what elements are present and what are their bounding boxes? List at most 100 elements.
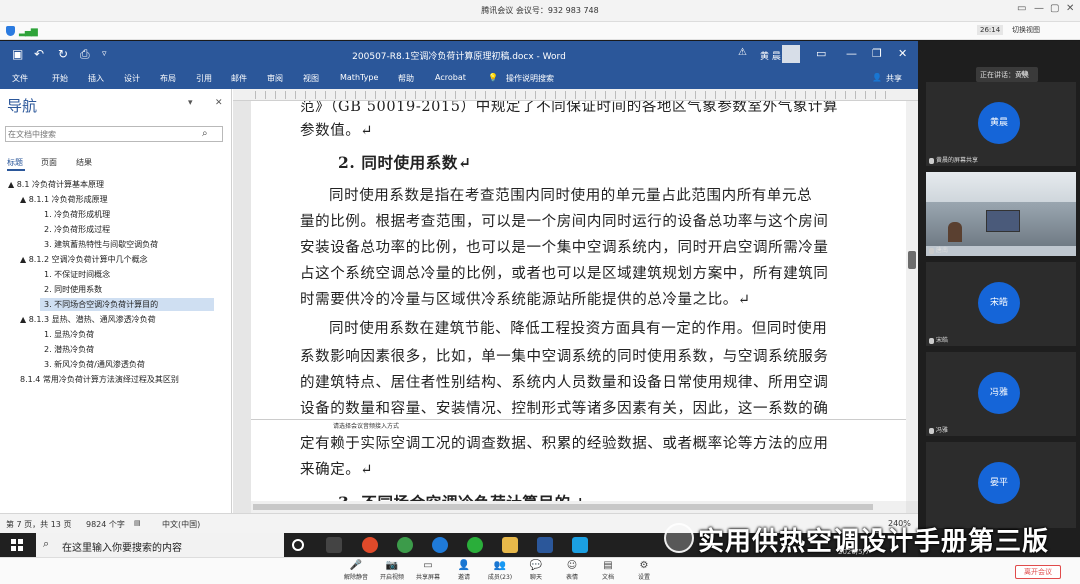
participant-tile[interactable]: 晏平 bbox=[926, 442, 1076, 528]
pin-icon[interactable]: ▭ bbox=[1017, 3, 1026, 14]
documents-label: 文档 bbox=[601, 574, 614, 581]
documents-button[interactable]: ▤ 文档 bbox=[588, 559, 628, 581]
nav-search-input[interactable] bbox=[8, 128, 198, 140]
nav-heading-item[interactable]: 3. 新风冷负荷/通风渗透负荷 bbox=[44, 358, 145, 371]
page-count[interactable]: 第 7 页，共 13 页 bbox=[6, 519, 71, 530]
document-line: 量的比例。根据考查范围，可以是一个房间内同时运行的设备总功率与这个房间 bbox=[300, 214, 829, 230]
cortana-icon[interactable] bbox=[292, 539, 304, 551]
user-avatar[interactable] bbox=[782, 45, 800, 63]
tab-layout[interactable]: 布局 bbox=[160, 73, 176, 84]
document-heading: 2. 同时使用系数↵ bbox=[338, 153, 472, 172]
active-tab-indicator bbox=[7, 169, 25, 171]
nav-heading-item[interactable]: 1. 冷负荷形成机理 bbox=[44, 208, 110, 221]
document-line: 的建筑特点、居住者性别结构、系统内人员数量和设备日常使用规律、所用空调 bbox=[300, 375, 829, 391]
tell-me-search[interactable]: 操作说明搜索 bbox=[506, 73, 554, 84]
reactions-label: 表情 bbox=[565, 574, 578, 581]
participant-tile[interactable]: 冯雅 冯雅 bbox=[926, 352, 1076, 436]
word-count[interactable]: 9824 个字 bbox=[86, 519, 125, 530]
ribbon-tabs: 文件 开始 插入 设计 布局 引用 邮件 审阅 视图 MathType 帮助 A… bbox=[0, 69, 918, 89]
tab-help[interactable]: 帮助 bbox=[398, 73, 414, 84]
word-restore-icon[interactable]: ❐ bbox=[872, 47, 882, 60]
word-taskbar-icon[interactable] bbox=[537, 537, 553, 553]
nav-heading-item[interactable]: ▲ 8.1 冷负荷计算基本原理 bbox=[8, 178, 104, 191]
nav-heading-item[interactable]: 2. 冷负荷形成过程 bbox=[44, 223, 110, 236]
tab-review[interactable]: 审阅 bbox=[267, 73, 283, 84]
nav-heading-item[interactable]: 1. 不保证时间概念 bbox=[44, 268, 110, 281]
tab-pages[interactable]: 页面 bbox=[41, 157, 57, 168]
horizontal-scrollbar[interactable] bbox=[251, 501, 906, 513]
tab-home[interactable]: 开始 bbox=[52, 73, 68, 84]
word-title-bar: ▣ ↶ ↻ ⎙ ▿ 200507-R8.1空调冷负荷计算原理初稿.docx - … bbox=[0, 41, 918, 69]
app-icon-1[interactable] bbox=[362, 537, 378, 553]
meeting-taskbar-icon[interactable] bbox=[572, 537, 588, 553]
file-explorer-icon[interactable] bbox=[502, 537, 518, 553]
wechat-icon[interactable] bbox=[467, 537, 483, 553]
task-view-icon[interactable] bbox=[326, 537, 342, 553]
taskbar-search-text: 在这里输入你要搜索的内容 bbox=[62, 543, 182, 554]
nav-search-box[interactable]: ⌕ bbox=[5, 126, 223, 142]
share-screen-button[interactable]: ▭ 共享屏幕 bbox=[408, 559, 448, 581]
nav-options-icon[interactable]: ▾ bbox=[188, 98, 193, 108]
ruler bbox=[233, 89, 918, 101]
maximize-icon[interactable]: ▢ bbox=[1050, 3, 1059, 14]
reactions-button[interactable]: ☺ 表情 bbox=[552, 559, 592, 581]
members-button[interactable]: 👥 成员(23) bbox=[480, 559, 520, 581]
tab-headings[interactable]: 标题 bbox=[7, 157, 23, 168]
start-video-label: 开启视频 bbox=[379, 574, 404, 581]
tab-file[interactable]: 文件 bbox=[12, 73, 28, 84]
switch-view-button[interactable]: 切换视图 bbox=[1012, 25, 1040, 35]
unmute-button[interactable]: 🎤 解除静音 bbox=[336, 559, 376, 581]
word-minimize-icon[interactable]: — bbox=[846, 47, 857, 60]
nav-heading-item[interactable]: 2. 同时使用系数 bbox=[44, 283, 102, 296]
taskbar-search[interactable]: ⌕ 在这里输入你要搜索的内容 bbox=[36, 533, 284, 557]
minimize-icon[interactable]: — bbox=[1034, 3, 1044, 14]
nav-heading-item[interactable]: ▲ 8.1.3 显热、潜热、通风渗透冷负荷 bbox=[20, 313, 156, 326]
nav-heading-item[interactable]: 3. 不同场合空调冷负荷计算目的 bbox=[40, 298, 214, 311]
nav-heading-item[interactable]: 1. 显热冷负荷 bbox=[44, 328, 94, 341]
speaking-indicator: 正在讲话：黄晨 ◖◗ bbox=[976, 67, 1038, 82]
document-line: 设备的数量和容量、安装情况、控制形式等诸多因素有关，因此，这一系数的确 bbox=[300, 401, 829, 417]
participant-video-tile[interactable]: 唐南 bbox=[926, 172, 1076, 256]
nav-heading-item[interactable]: 3. 建筑蓄热特性与间歇空调负荷 bbox=[44, 238, 158, 251]
ribbon-display-icon[interactable]: ▭ bbox=[816, 47, 826, 60]
nav-heading-item[interactable]: 2. 潜热冷负荷 bbox=[44, 343, 94, 356]
vertical-scrollbar[interactable] bbox=[906, 101, 918, 501]
edge-icon[interactable] bbox=[432, 537, 448, 553]
tab-design[interactable]: 设计 bbox=[124, 73, 140, 84]
tab-insert[interactable]: 插入 bbox=[88, 73, 104, 84]
nav-heading-item[interactable]: ▲ 8.1.1 冷负荷形成原理 bbox=[20, 193, 108, 206]
close-icon[interactable]: ✕ bbox=[1066, 3, 1074, 14]
tab-mathtype[interactable]: MathType bbox=[340, 73, 378, 82]
nav-heading-item[interactable]: 8.1.4 常用冷负荷计算方法演绎过程及其区别 bbox=[20, 373, 179, 386]
invite-button[interactable]: 👤 邀请 bbox=[444, 559, 484, 581]
participant-tile[interactable]: 宋皓 宋皓 bbox=[926, 262, 1076, 346]
settings-button[interactable]: ⚙ 设置 bbox=[624, 559, 664, 581]
invite-label: 邀请 bbox=[457, 574, 470, 581]
chrome-icon[interactable] bbox=[397, 537, 413, 553]
tab-results[interactable]: 结果 bbox=[76, 157, 92, 168]
language[interactable]: 中文(中国) bbox=[162, 519, 200, 530]
tab-view[interactable]: 视图 bbox=[303, 73, 319, 84]
leave-meeting-button[interactable]: 离开会议 bbox=[1015, 565, 1061, 579]
windows-start-icon[interactable] bbox=[11, 539, 23, 551]
document-line: 系数影响因素很多，比如，单一集中空调系统的同时使用系数，与空调系统服务 bbox=[300, 349, 829, 365]
word-close-icon[interactable]: ✕ bbox=[898, 47, 907, 60]
document-line: 安装设备总功率的比例，也可以是一个集中空调系统内，同时开启空调所需冷量 bbox=[300, 240, 829, 256]
document-page[interactable]: 请选择会议音频接入方式 范》（GB 50019-2015）中规定了不同保证时间的… bbox=[251, 101, 906, 501]
start-video-button[interactable]: 📷 开启视频 bbox=[372, 559, 412, 581]
nav-close-icon[interactable]: ✕ bbox=[215, 98, 223, 108]
document-line: 定有赖于实际空调工况的调查数据、积累的经验数据、或者概率论等方法的应用 bbox=[300, 436, 829, 452]
search-icon[interactable]: ⌕ bbox=[202, 128, 208, 139]
share-button[interactable]: 共享 bbox=[886, 73, 902, 84]
nav-heading-item[interactable]: ▲ 8.1.2 空调冷负荷计算中几个概念 bbox=[20, 253, 148, 266]
chat-button[interactable]: 💬 聊天 bbox=[516, 559, 556, 581]
tab-references[interactable]: 引用 bbox=[196, 73, 212, 84]
document-area: 请选择会议音频接入方式 范》（GB 50019-2015）中规定了不同保证时间的… bbox=[233, 89, 918, 513]
settings-label: 设置 bbox=[637, 574, 650, 581]
participant-tile[interactable]: 黄晨 黄晨的屏幕共享 bbox=[926, 82, 1076, 166]
proofing-icon[interactable]: ▤ bbox=[134, 519, 141, 527]
tab-acrobat[interactable]: Acrobat bbox=[435, 73, 466, 82]
shield-icon[interactable] bbox=[6, 26, 15, 36]
meeting-title: 腾讯会议 会议号：932 983 748 bbox=[481, 6, 599, 15]
tab-mailings[interactable]: 邮件 bbox=[231, 73, 247, 84]
